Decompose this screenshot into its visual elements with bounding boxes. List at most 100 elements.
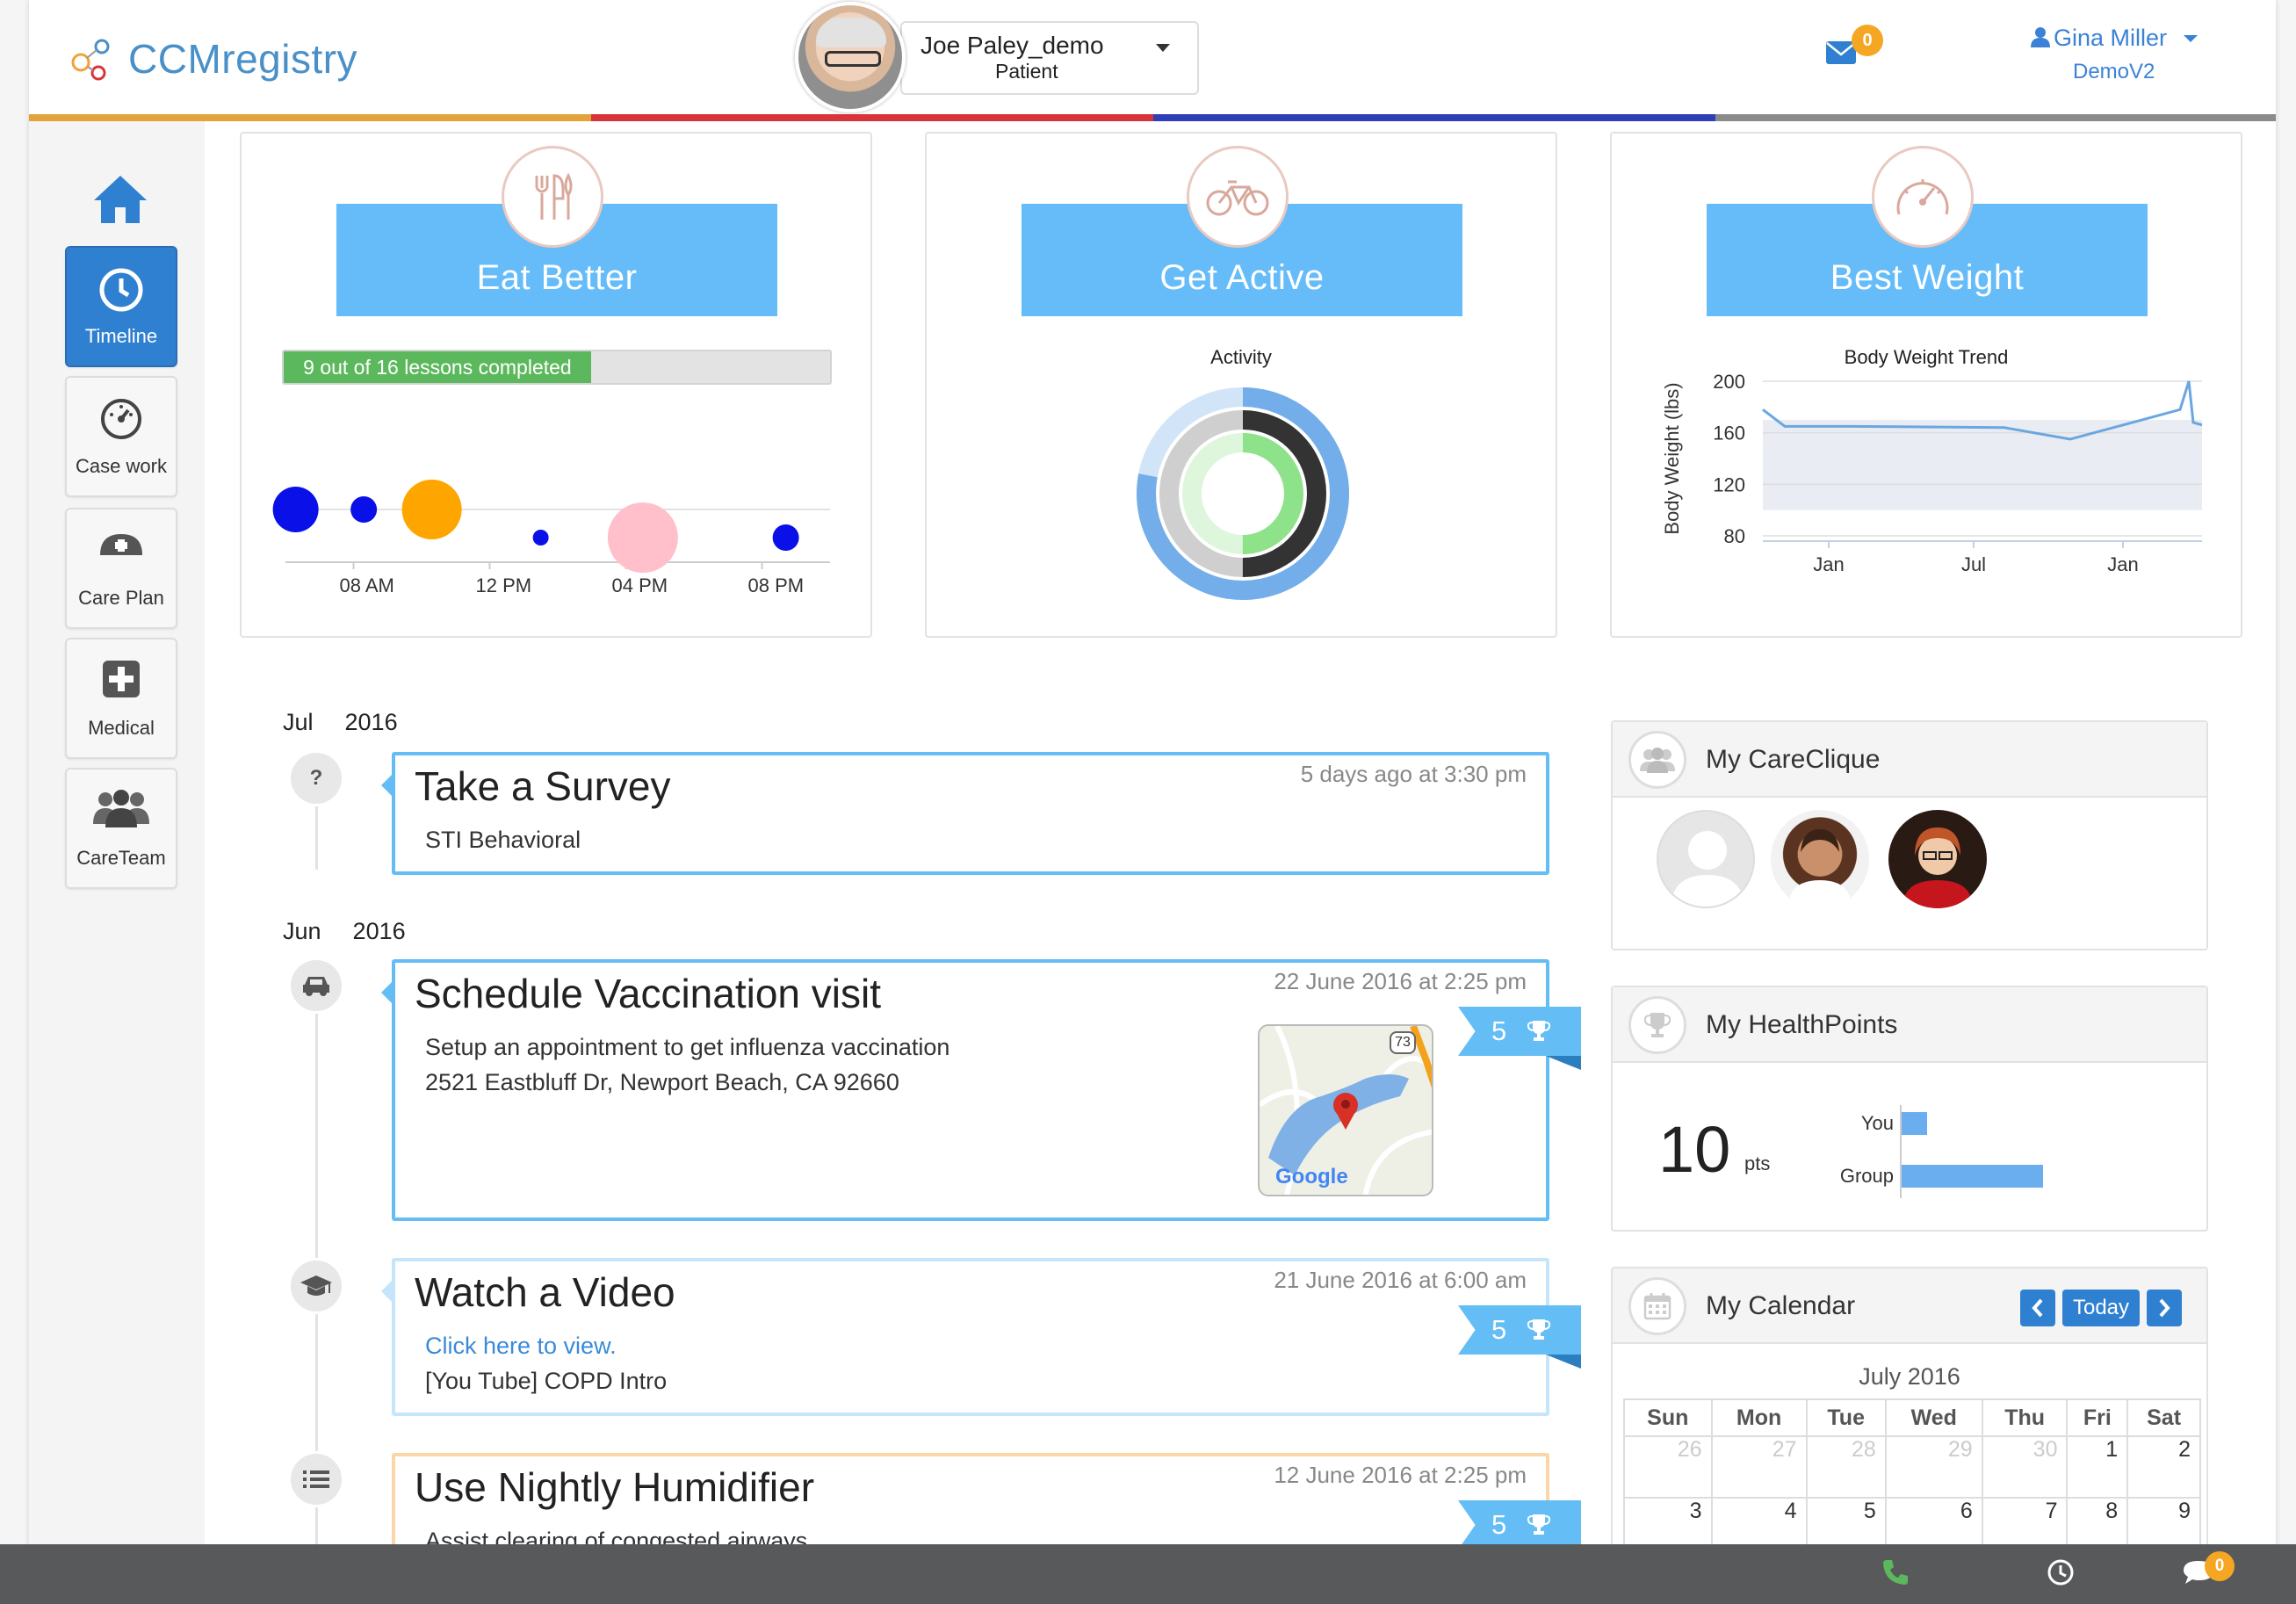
calendar-prev-button[interactable] [2020, 1290, 2055, 1326]
clock-icon[interactable] [2047, 1558, 2075, 1586]
user-org: DemoV2 [2073, 60, 2155, 83]
calendar-day[interactable]: 1 [2066, 1435, 2129, 1499]
x-tick-label: Jan [1813, 553, 1844, 575]
lessons-progress-label: 9 out of 16 lessons completed [284, 351, 591, 383]
timeline-item-time: 5 days ago at 3:30 pm [1300, 761, 1527, 787]
calendar-day[interactable]: 4 [1710, 1497, 1808, 1551]
timeline-month-jun: Jun 2016 [283, 918, 406, 944]
calendar-day[interactable]: 29 [1884, 1435, 1983, 1499]
healthpoints-value: 10 [1658, 1113, 1731, 1186]
medical-plus-icon [103, 661, 140, 697]
bubble-point [607, 502, 678, 573]
healthpoints-widget: My HealthPoints 10 pts You Group [1611, 986, 2208, 1232]
calendar-day[interactable]: 27 [1710, 1435, 1808, 1499]
chevron-left-icon [2032, 1298, 2043, 1318]
bicycle-icon [1187, 146, 1289, 248]
map-thumbnail[interactable]: 73 Google [1258, 1024, 1433, 1196]
weekday-label: Fri [2066, 1398, 2129, 1437]
calendar-day[interactable]: 5 [1805, 1497, 1887, 1551]
header-stripe-3 [1153, 114, 1715, 121]
y-tick-label: 120 [1713, 473, 1745, 495]
healthpoints-award-flag: 5 [1458, 1500, 1581, 1544]
fork-knife-icon [502, 146, 603, 248]
calendar-day[interactable]: 9 [2126, 1497, 2201, 1551]
sidebar-item-casework[interactable]: Case work [65, 376, 177, 497]
footer-bar [0, 1544, 2296, 1604]
calendar-day[interactable]: 28 [1805, 1435, 1887, 1499]
x-tick-label: Jul [1961, 553, 1986, 575]
activity-chart-title: Activity [1210, 346, 1272, 368]
calendar-day[interactable]: 30 [1981, 1435, 2069, 1499]
weight-chart-title: Body Weight Trend [1844, 346, 2009, 368]
x-tick-label: 12 PM [476, 574, 532, 596]
x-tick-label: Jan [2107, 553, 2138, 575]
chevron-down-icon[interactable] [1156, 44, 1170, 52]
timeline-item-time: 21 June 2016 at 6:00 am [1274, 1267, 1527, 1293]
timeline-item-title[interactable]: Watch a Video [415, 1268, 675, 1316]
healthpoints-bar [1901, 1165, 2043, 1188]
sidebar-item-careteam[interactable]: CareTeam [65, 768, 177, 889]
list-icon [288, 1451, 344, 1507]
gauge-icon [1872, 146, 1974, 248]
timeline-item-title[interactable]: Schedule Vaccination visit [415, 970, 881, 1017]
healthpoints-award-flag: 5 [1458, 1007, 1581, 1070]
timeline-item-time: 12 June 2016 at 2:25 pm [1274, 1462, 1527, 1488]
header-stripe-4 [1715, 114, 2276, 121]
weekday-label: Thu [1981, 1398, 2069, 1437]
x-tick-label: 08 PM [748, 574, 805, 596]
timeline-month-jul: Jul 2016 [283, 709, 398, 735]
calendar-day[interactable]: 3 [1623, 1497, 1713, 1551]
calendar-day[interactable]: 8 [2066, 1497, 2129, 1551]
calendar-month-label: July 2016 [1859, 1363, 1960, 1390]
sidebar-item-careplan[interactable]: Care Plan [65, 508, 177, 629]
sidebar-item-medical[interactable]: Medical [65, 638, 177, 759]
home-icon[interactable] [92, 174, 148, 225]
healthpoints-award-flag: 5 [1458, 1305, 1581, 1369]
bubble-point [272, 487, 319, 532]
best-weight-card[interactable]: Best Weight Body Weight Trend 80 120 160 20… [1610, 132, 2242, 638]
logo[interactable]: CCMregistry [69, 35, 357, 83]
x-tick-label: 08 AM [340, 574, 394, 596]
phone-icon[interactable] [1881, 1558, 1910, 1586]
chevron-down-icon[interactable] [2184, 35, 2198, 42]
timeline-item-title[interactable]: Use Nightly Humidifier [415, 1463, 814, 1511]
widget-title: My HealthPoints [1706, 1010, 1898, 1039]
trophy-icon [1628, 996, 1686, 1054]
view-video-link[interactable]: Click here to view. [425, 1328, 667, 1363]
patient-avatar[interactable] [795, 2, 906, 112]
healthpoints-unit: pts [1744, 1152, 1771, 1174]
avatar[interactable] [1657, 810, 1755, 908]
y-tick-label: 160 [1713, 423, 1745, 444]
timeline-item-video[interactable]: Watch a Video 21 June 2016 at 6:00 am Cl… [381, 1258, 1549, 1416]
calendar-day[interactable]: 6 [1884, 1497, 1983, 1551]
calendar-grid: Sun Mon Tue Wed Thu Fri Sat 26 27 28 29 … [1623, 1398, 2201, 1551]
timeline-item-vaccination[interactable]: Schedule Vaccination visit 22 June 2016 … [381, 959, 1549, 1221]
timeline-item-humidifier[interactable]: Use Nightly Humidifier 12 June 2016 at 2… [392, 1453, 1549, 1546]
user-name[interactable]: Gina Miller [2029, 25, 2167, 52]
y-tick-label: 200 [1713, 371, 1745, 393]
timeline-item-desc: STI Behavioral [425, 827, 581, 853]
bar-label: You [1861, 1112, 1894, 1134]
eat-better-card[interactable]: Eat Better 9 out of 16 lessons completed… [240, 132, 872, 638]
calendar-next-button[interactable] [2147, 1290, 2182, 1326]
sidebar-item-timeline[interactable]: Timeline [65, 246, 177, 367]
bar-label: Group [1840, 1165, 1894, 1187]
map-road-label: 73 [1390, 1031, 1416, 1054]
timeline-item-survey[interactable]: Take a Survey 5 days ago at 3:30 pm STI … [381, 752, 1549, 875]
weekday-label: Sat [2126, 1398, 2201, 1437]
calendar-today-button[interactable]: Today [2062, 1290, 2140, 1326]
sidebar-item-label: Care Plan [78, 587, 164, 609]
logo-icon [71, 39, 110, 81]
weight-trend-chart: 80 120 160 200 Jan Jul Jan Body Weight (lbs) [1661, 371, 2203, 575]
avatar[interactable] [1771, 810, 1869, 908]
mail-count-badge: 0 [1852, 25, 1883, 56]
timeline-item-desc: Setup an appointment to get influenza va… [425, 1034, 950, 1095]
calendar-day[interactable]: 2 [2126, 1435, 2201, 1499]
calendar-day[interactable]: 7 [1981, 1497, 2069, 1551]
weekday-label: Wed [1884, 1398, 1983, 1437]
calendar-day[interactable]: 26 [1623, 1435, 1713, 1499]
bubble-point [401, 480, 462, 539]
get-active-card[interactable]: Get Active Activity [925, 132, 1557, 638]
avatar[interactable] [1888, 810, 1987, 908]
timeline-item-title[interactable]: Take a Survey [415, 762, 670, 810]
